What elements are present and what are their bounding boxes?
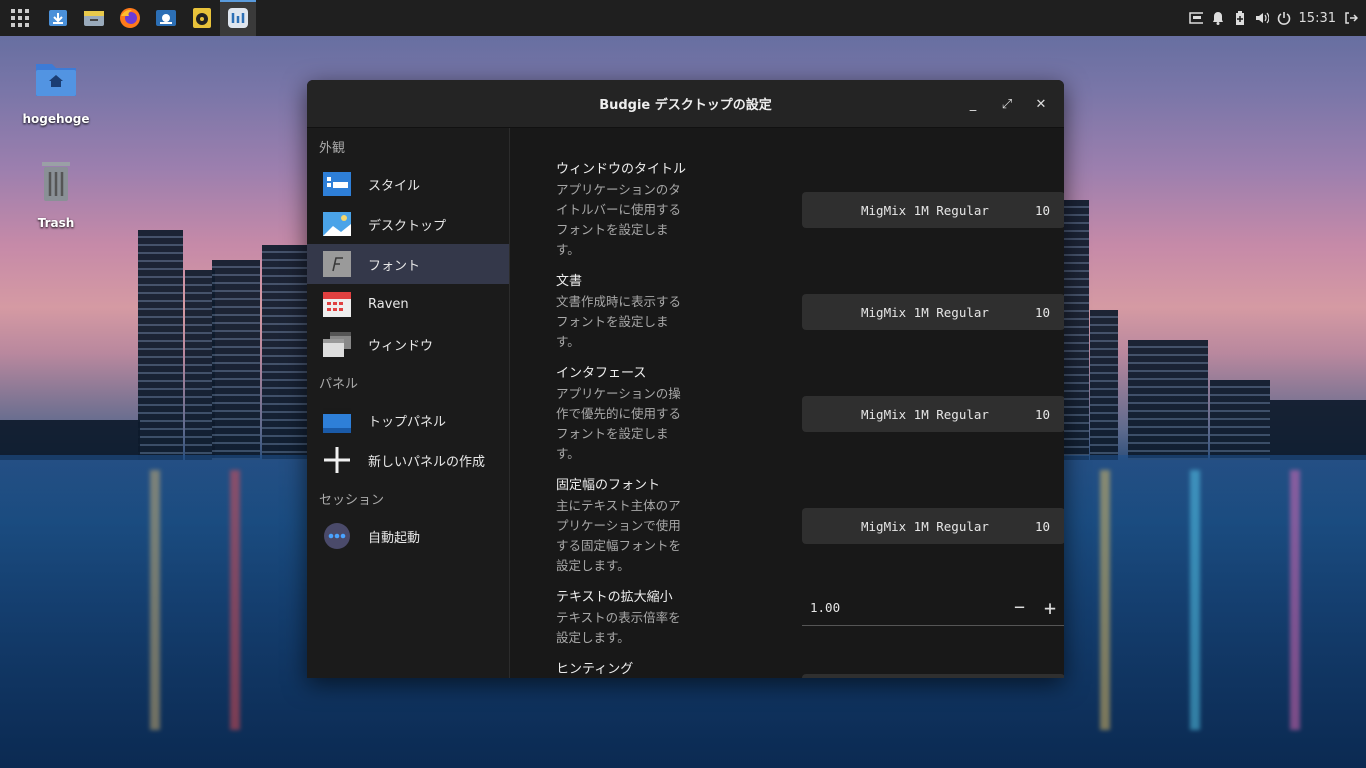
font-size: 10: [1034, 406, 1050, 422]
sidebar-item-autostart[interactable]: 自動起動: [307, 516, 509, 556]
sidebar-item-desktop[interactable]: デスクトップ: [307, 204, 509, 244]
system-monitor-icon[interactable]: [148, 0, 184, 36]
style-icon: [322, 170, 352, 198]
sidebar-item-label: スタイル: [368, 178, 421, 194]
sidebar-item-top-panel[interactable]: トップパネル: [307, 400, 509, 440]
font-name: MigMix 1M Regular: [861, 304, 989, 320]
trash-icon: [32, 158, 80, 206]
fonts-settings-panel: ウィンドウのタイトル アプリケーションのタイトルバーに使用するフォントを設定しま…: [511, 128, 1064, 678]
setting-hinting: ヒンティング: [556, 660, 1064, 678]
setting-description: アプリケーションのタイトルバーに使用するフォントを設定します。: [556, 182, 682, 257]
minimize-icon: _: [969, 96, 977, 112]
system-tray: 15:31: [1188, 0, 1358, 36]
battery-icon[interactable]: [1233, 11, 1247, 25]
setting-description: 主にテキスト主体のアプリケーションで使用する固定幅フォントを設定します。: [556, 498, 682, 573]
file-manager-icon[interactable]: [76, 0, 112, 36]
font-chooser-button[interactable]: MigMix 1M Regular 10: [802, 294, 1064, 330]
settings-window: Budgie デスクトップの設定 _ ⤢ ✕ 外観 スタイル デスクトップ フォ…: [307, 80, 1064, 678]
setting-monospace-font: 固定幅のフォント 主にテキスト主体のアプリケーションで使用する固定幅フォントを設…: [556, 476, 1064, 576]
font-name: MigMix 1M Regular: [861, 202, 989, 218]
font-chooser-button[interactable]: MigMix 1M Regular 10: [802, 508, 1064, 544]
maximize-icon: ⤢: [1001, 96, 1013, 112]
network-icon[interactable]: [1188, 11, 1203, 25]
hinting-dropdown[interactable]: [802, 674, 1064, 678]
app-grid-icon[interactable]: [0, 0, 40, 36]
window-title: Budgie デスクトップの設定: [599, 98, 772, 113]
sidebar-item-fonts[interactable]: フォント: [307, 244, 509, 284]
font-icon: [322, 250, 352, 278]
decrease-button[interactable]: −: [1014, 597, 1025, 618]
setting-text-scaling: テキストの拡大縮小 テキストの表示倍率を設定します。 1.00 − +: [556, 588, 1064, 648]
font-size: 10: [1034, 304, 1050, 320]
top-panel: 15:31: [0, 0, 1366, 36]
sidebar-item-raven[interactable]: Raven: [307, 284, 509, 324]
font-chooser-button[interactable]: MigMix 1M Regular 10: [802, 396, 1064, 432]
font-chooser-button[interactable]: MigMix 1M Regular 10: [802, 192, 1064, 228]
sidebar-item-label: ウィンドウ: [368, 338, 434, 354]
close-icon: ✕: [1035, 96, 1047, 112]
maximize-button[interactable]: ⤢: [994, 92, 1020, 116]
close-button[interactable]: ✕: [1028, 92, 1054, 116]
sidebar-item-style[interactable]: スタイル: [307, 164, 509, 204]
sidebar-item-new-panel[interactable]: 新しいパネルの作成: [307, 440, 509, 480]
home-folder-icon: [32, 54, 80, 102]
setting-label: 文書: [556, 274, 583, 289]
sidebar-item-label: フォント: [368, 258, 421, 274]
power-icon[interactable]: [1277, 11, 1291, 25]
setting-description: 文書作成時に表示するフォントを設定します。: [556, 294, 682, 349]
windows-icon: [322, 330, 352, 358]
sidebar-item-label: トップパネル: [368, 414, 447, 430]
desktop-icon-label: hogehoge: [22, 112, 90, 126]
font-size: 10: [1034, 202, 1050, 218]
firefox-icon[interactable]: [112, 0, 148, 36]
font-size: 10: [1034, 518, 1050, 534]
font-name: MigMix 1M Regular: [861, 518, 989, 534]
text-scale-spinbutton[interactable]: 1.00 − +: [802, 590, 1064, 626]
setting-description: アプリケーションの操作で優先的に使用するフォントを設定します。: [556, 386, 682, 461]
logout-icon[interactable]: [1344, 11, 1358, 25]
increase-button[interactable]: +: [1044, 596, 1056, 620]
clock[interactable]: 15:31: [1299, 11, 1336, 26]
notification-bell-icon[interactable]: [1211, 11, 1225, 25]
sidebar-item-label: デスクトップ: [368, 218, 447, 234]
desktop-icon: [322, 210, 352, 238]
desktop-icon-trash[interactable]: Trash: [16, 158, 96, 230]
panel-icon: [322, 406, 352, 434]
setting-label: ウィンドウのタイトル: [556, 162, 687, 177]
download-icon[interactable]: [40, 0, 76, 36]
setting-description: テキストの表示倍率を設定します。: [556, 610, 681, 645]
scale-value[interactable]: 1.00: [810, 600, 840, 615]
setting-document-font: 文書 文書作成時に表示するフォントを設定します。 MigMix 1M Regul…: [556, 272, 1064, 352]
desktop-icon-home[interactable]: hogehoge: [16, 54, 96, 126]
setting-label: インタフェース: [556, 366, 647, 381]
sidebar-item-label: Raven: [368, 296, 409, 312]
section-header-session: セッション: [319, 493, 385, 508]
sidebar-item-label: 自動起動: [368, 530, 421, 546]
section-header-appearance: 外観: [319, 141, 346, 156]
plus-icon: [322, 446, 352, 474]
calendar-icon: [322, 290, 352, 318]
autostart-icon: [322, 522, 352, 550]
section-header-panels: パネル: [319, 377, 359, 392]
font-name: MigMix 1M Regular: [861, 406, 989, 422]
setting-interface-font: インタフェース アプリケーションの操作で優先的に使用するフォントを設定します。 …: [556, 364, 1064, 464]
budgie-settings-icon[interactable]: [220, 0, 256, 36]
setting-window-title-font: ウィンドウのタイトル アプリケーションのタイトルバーに使用するフォントを設定しま…: [556, 160, 1064, 260]
sidebar-item-windows[interactable]: ウィンドウ: [307, 324, 509, 364]
sidebar-item-label: 新しいパネルの作成: [368, 454, 486, 470]
rhythmbox-icon[interactable]: [184, 0, 220, 36]
settings-sidebar: 外観 スタイル デスクトップ フォント Raven ウィンドウ パネル トップパ…: [307, 128, 510, 678]
window-titlebar[interactable]: Budgie デスクトップの設定 _ ⤢ ✕: [307, 80, 1064, 128]
minimize-button[interactable]: _: [960, 92, 986, 116]
desktop-icon-label: Trash: [37, 216, 75, 230]
setting-label: 固定幅のフォント: [556, 478, 661, 493]
volume-icon[interactable]: [1255, 11, 1269, 25]
